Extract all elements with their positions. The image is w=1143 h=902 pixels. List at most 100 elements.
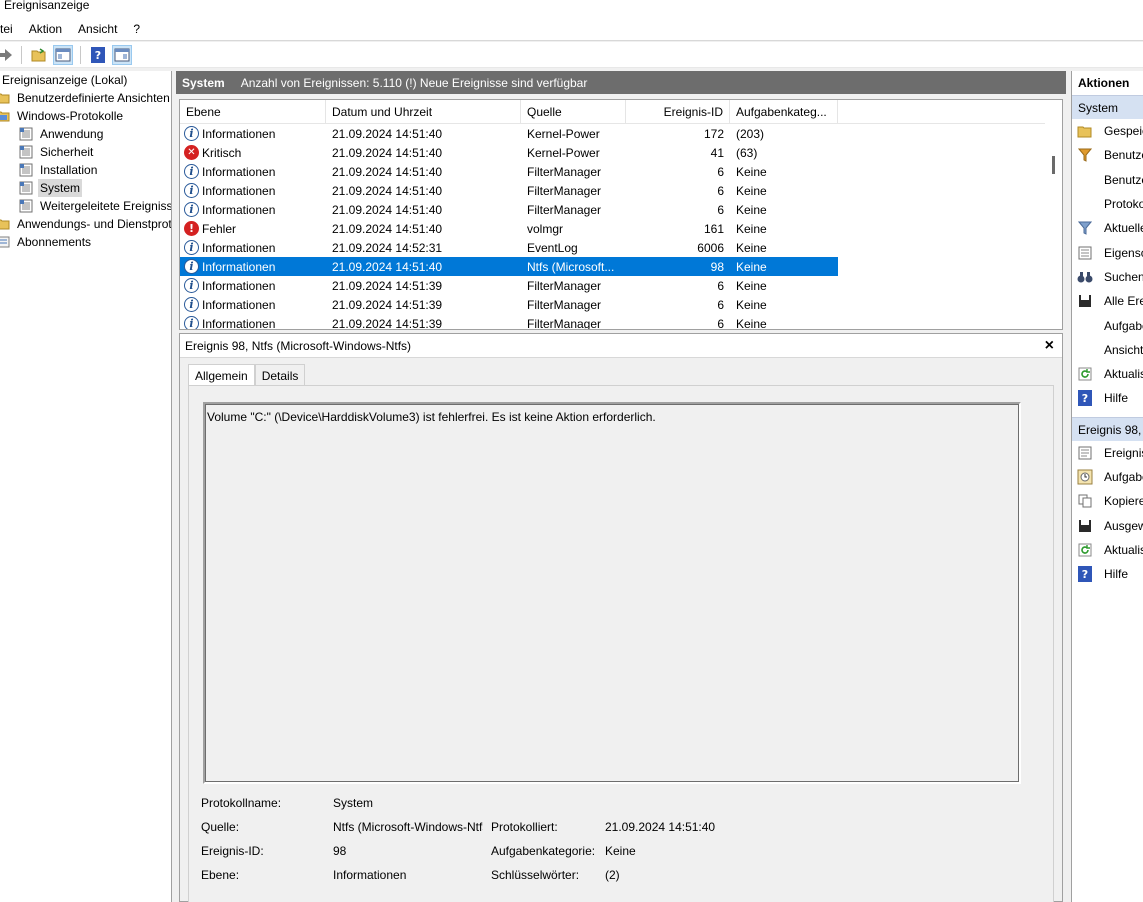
table-row[interactable]: i Informationen 21.09.2024 14:51:39 FilterM…	[180, 314, 838, 330]
column-header-event-id[interactable]: Ereignis-ID	[626, 100, 730, 123]
copy-icon	[1077, 493, 1093, 509]
tab-general[interactable]: Allgemein	[188, 364, 255, 386]
action-item[interactable]: Aktualisieren	[1072, 362, 1143, 386]
event-grid[interactable]: Ebene Datum und Uhrzeit Quelle Ereignis-…	[179, 99, 1063, 330]
action-label: Eigenschaften	[1104, 245, 1143, 260]
action-item[interactable]: Suchen...	[1072, 265, 1143, 289]
window-title: Ereignisanzeige	[0, 0, 1143, 18]
cell-date: 21.09.2024 14:51:39	[332, 297, 443, 312]
detail-header: Ereignis 98, Ntfs (Microsoft-Windows-Ntf…	[180, 334, 1062, 358]
cell-source: FilterManager	[527, 297, 602, 312]
action-item[interactable]: Benutzerdefinierte Ansicht importieren..…	[1072, 168, 1143, 192]
actions-section-event[interactable]: Ereignis 98, Ntfs (Microsoft-Windows-Ntf…	[1072, 416, 1143, 441]
show-hide-actions-icon[interactable]	[112, 44, 132, 65]
cell-source: FilterManager	[527, 278, 602, 293]
action-item[interactable]: Ereigniseigenschaften	[1072, 441, 1143, 465]
table-row[interactable]: i Informationen 21.09.2024 14:51:40 FilterM…	[180, 181, 838, 200]
action-item[interactable]: Gespeicherte Protokoll öffnen...	[1072, 119, 1143, 143]
detail-title: Ereignis 98, Ntfs (Microsoft-Windows-Ntf…	[185, 338, 412, 353]
action-item[interactable]: Protokoll löschen...	[1072, 192, 1143, 216]
action-item[interactable]: Aktualisieren	[1072, 538, 1143, 562]
grid-scrollbar[interactable]	[1045, 100, 1062, 329]
menu-help[interactable]: ?	[125, 22, 148, 36]
column-header-level[interactable]: Ebene	[180, 100, 326, 123]
cell-source: Ntfs (Microsoft...	[527, 259, 615, 274]
action-item[interactable]: Ansicht	[1072, 338, 1143, 362]
cell-task-category: Keine	[736, 240, 767, 255]
cell-event-id: 6	[717, 278, 724, 293]
action-item[interactable]: Aufgabe an dieses Ereignis anfügen...	[1072, 465, 1143, 489]
properties-icon	[1077, 245, 1093, 261]
table-row[interactable]: i Informationen 21.09.2024 14:52:31 EventLo…	[180, 238, 838, 257]
action-label: Alle Ereignisse speichern unter...	[1104, 294, 1143, 309]
tree-item-subscriptions[interactable]: Abonnements	[0, 233, 171, 251]
tree-item-system[interactable]: System	[0, 179, 171, 197]
tree-item-application[interactable]: Anwendung	[0, 125, 171, 143]
prop-value-keywords: (2)	[605, 868, 620, 882]
folder-open-icon	[1077, 123, 1093, 139]
action-label: Ansicht	[1104, 342, 1143, 357]
tree-item-security[interactable]: Sicherheit	[0, 143, 171, 161]
table-row[interactable]: i Informationen 21.09.2024 14:51:40 Ntfs (M…	[180, 257, 838, 276]
prop-label-logged: Protokolliert:	[491, 820, 558, 834]
action-item[interactable]: ? Hilfe	[1072, 562, 1143, 586]
column-header-date[interactable]: Datum und Uhrzeit	[326, 100, 521, 123]
prop-value-event-id: 98	[333, 844, 347, 858]
table-row[interactable]: i Informationen 21.09.2024 14:51:40 Kernel-…	[180, 124, 838, 143]
cell-event-id: 6	[717, 316, 724, 330]
help-icon[interactable]: ?	[88, 45, 108, 65]
menu-view[interactable]: Ansicht	[70, 22, 125, 36]
tree-item-app-service-logs[interactable]: Anwendungs- und Dienstprotokolle	[0, 215, 171, 233]
info-icon: i	[184, 297, 199, 312]
show-hide-tree-icon[interactable]	[53, 44, 73, 65]
table-row[interactable]: i Informationen 21.09.2024 14:51:40 FilterM…	[180, 162, 838, 181]
forward-arrow-icon[interactable]	[0, 45, 14, 65]
level-text: Informationen	[202, 202, 276, 217]
level-text: Informationen	[202, 183, 276, 198]
action-item[interactable]: Ausgewählte Ereignisse speichern...	[1072, 513, 1143, 537]
menu-file[interactable]: tei	[0, 22, 21, 36]
info-icon: i	[184, 126, 199, 141]
detail-tabs: Allgemein Details	[188, 364, 306, 386]
cell-level: i Informationen	[180, 183, 326, 198]
open-folder-icon[interactable]	[29, 45, 49, 65]
action-label: Aufgabe an dieses Protokoll anfügen...	[1104, 318, 1143, 333]
action-item[interactable]: Benutzerdefinierte Ansicht erstellen...	[1072, 143, 1143, 167]
tab-details[interactable]: Details	[254, 364, 306, 386]
action-item[interactable]: Alle Ereignisse speichern unter...	[1072, 289, 1143, 313]
folder-icon	[0, 219, 10, 230]
info-icon: i	[184, 240, 199, 255]
cell-task-category: Keine	[736, 164, 767, 179]
actions-section-system[interactable]: System	[1072, 95, 1143, 119]
info-icon: i	[184, 316, 199, 329]
table-row[interactable]: ✕ Kritisch 21.09.2024 14:51:40 Kernel-Power…	[180, 143, 838, 162]
table-row[interactable]: i Informationen 21.09.2024 14:51:40 FilterM…	[180, 200, 838, 219]
table-row[interactable]: i Informationen 21.09.2024 14:51:39 FilterM…	[180, 295, 838, 314]
cell-source: EventLog	[527, 240, 578, 255]
event-description[interactable]: Volume "C:" (\Device\HarddiskVolume3) is…	[203, 402, 1021, 784]
menu-action[interactable]: Aktion	[21, 22, 70, 36]
prop-label-source: Quelle:	[201, 820, 240, 834]
tree-item-root[interactable]: Ereignisanzeige (Lokal)	[0, 71, 171, 89]
toolbar: ?	[0, 42, 1143, 68]
tree-item-label: Weitergeleitete Ereignisse	[40, 199, 172, 213]
action-item[interactable]: Aufgabe an dieses Protokoll anfügen...	[1072, 313, 1143, 337]
column-header-task-category[interactable]: Aufgabenkateg...	[730, 100, 838, 123]
action-label: Aktualisieren	[1104, 542, 1143, 557]
column-header-source[interactable]: Quelle	[521, 100, 626, 123]
table-row[interactable]: ! Fehler 21.09.2024 14:51:40 volmgr 161 Keine	[180, 219, 838, 238]
action-item[interactable]: Aktuelles Protokoll filtern...	[1072, 216, 1143, 240]
cell-level: i Informationen	[180, 240, 326, 255]
tree-item-custom-views[interactable]: Benutzerdefinierte Ansichten	[0, 89, 171, 107]
close-detail-button[interactable]: ×	[1045, 337, 1054, 355]
table-row[interactable]: i Informationen 21.09.2024 14:51:39 FilterM…	[180, 276, 838, 295]
action-item[interactable]: Eigenschaften	[1072, 240, 1143, 264]
tree-item-windows-logs[interactable]: Windows-Protokolle	[0, 107, 171, 125]
action-item[interactable]: ? Hilfe	[1072, 386, 1143, 410]
tree-item-installation[interactable]: Installation	[0, 161, 171, 179]
cell-task-category: Keine	[736, 297, 767, 312]
level-text: Fehler	[202, 221, 237, 236]
tree-item-forwarded-events[interactable]: Weitergeleitete Ereignisse	[0, 197, 171, 215]
scrollbar-thumb[interactable]	[1052, 156, 1055, 174]
action-item[interactable]: Kopieren	[1072, 489, 1143, 513]
